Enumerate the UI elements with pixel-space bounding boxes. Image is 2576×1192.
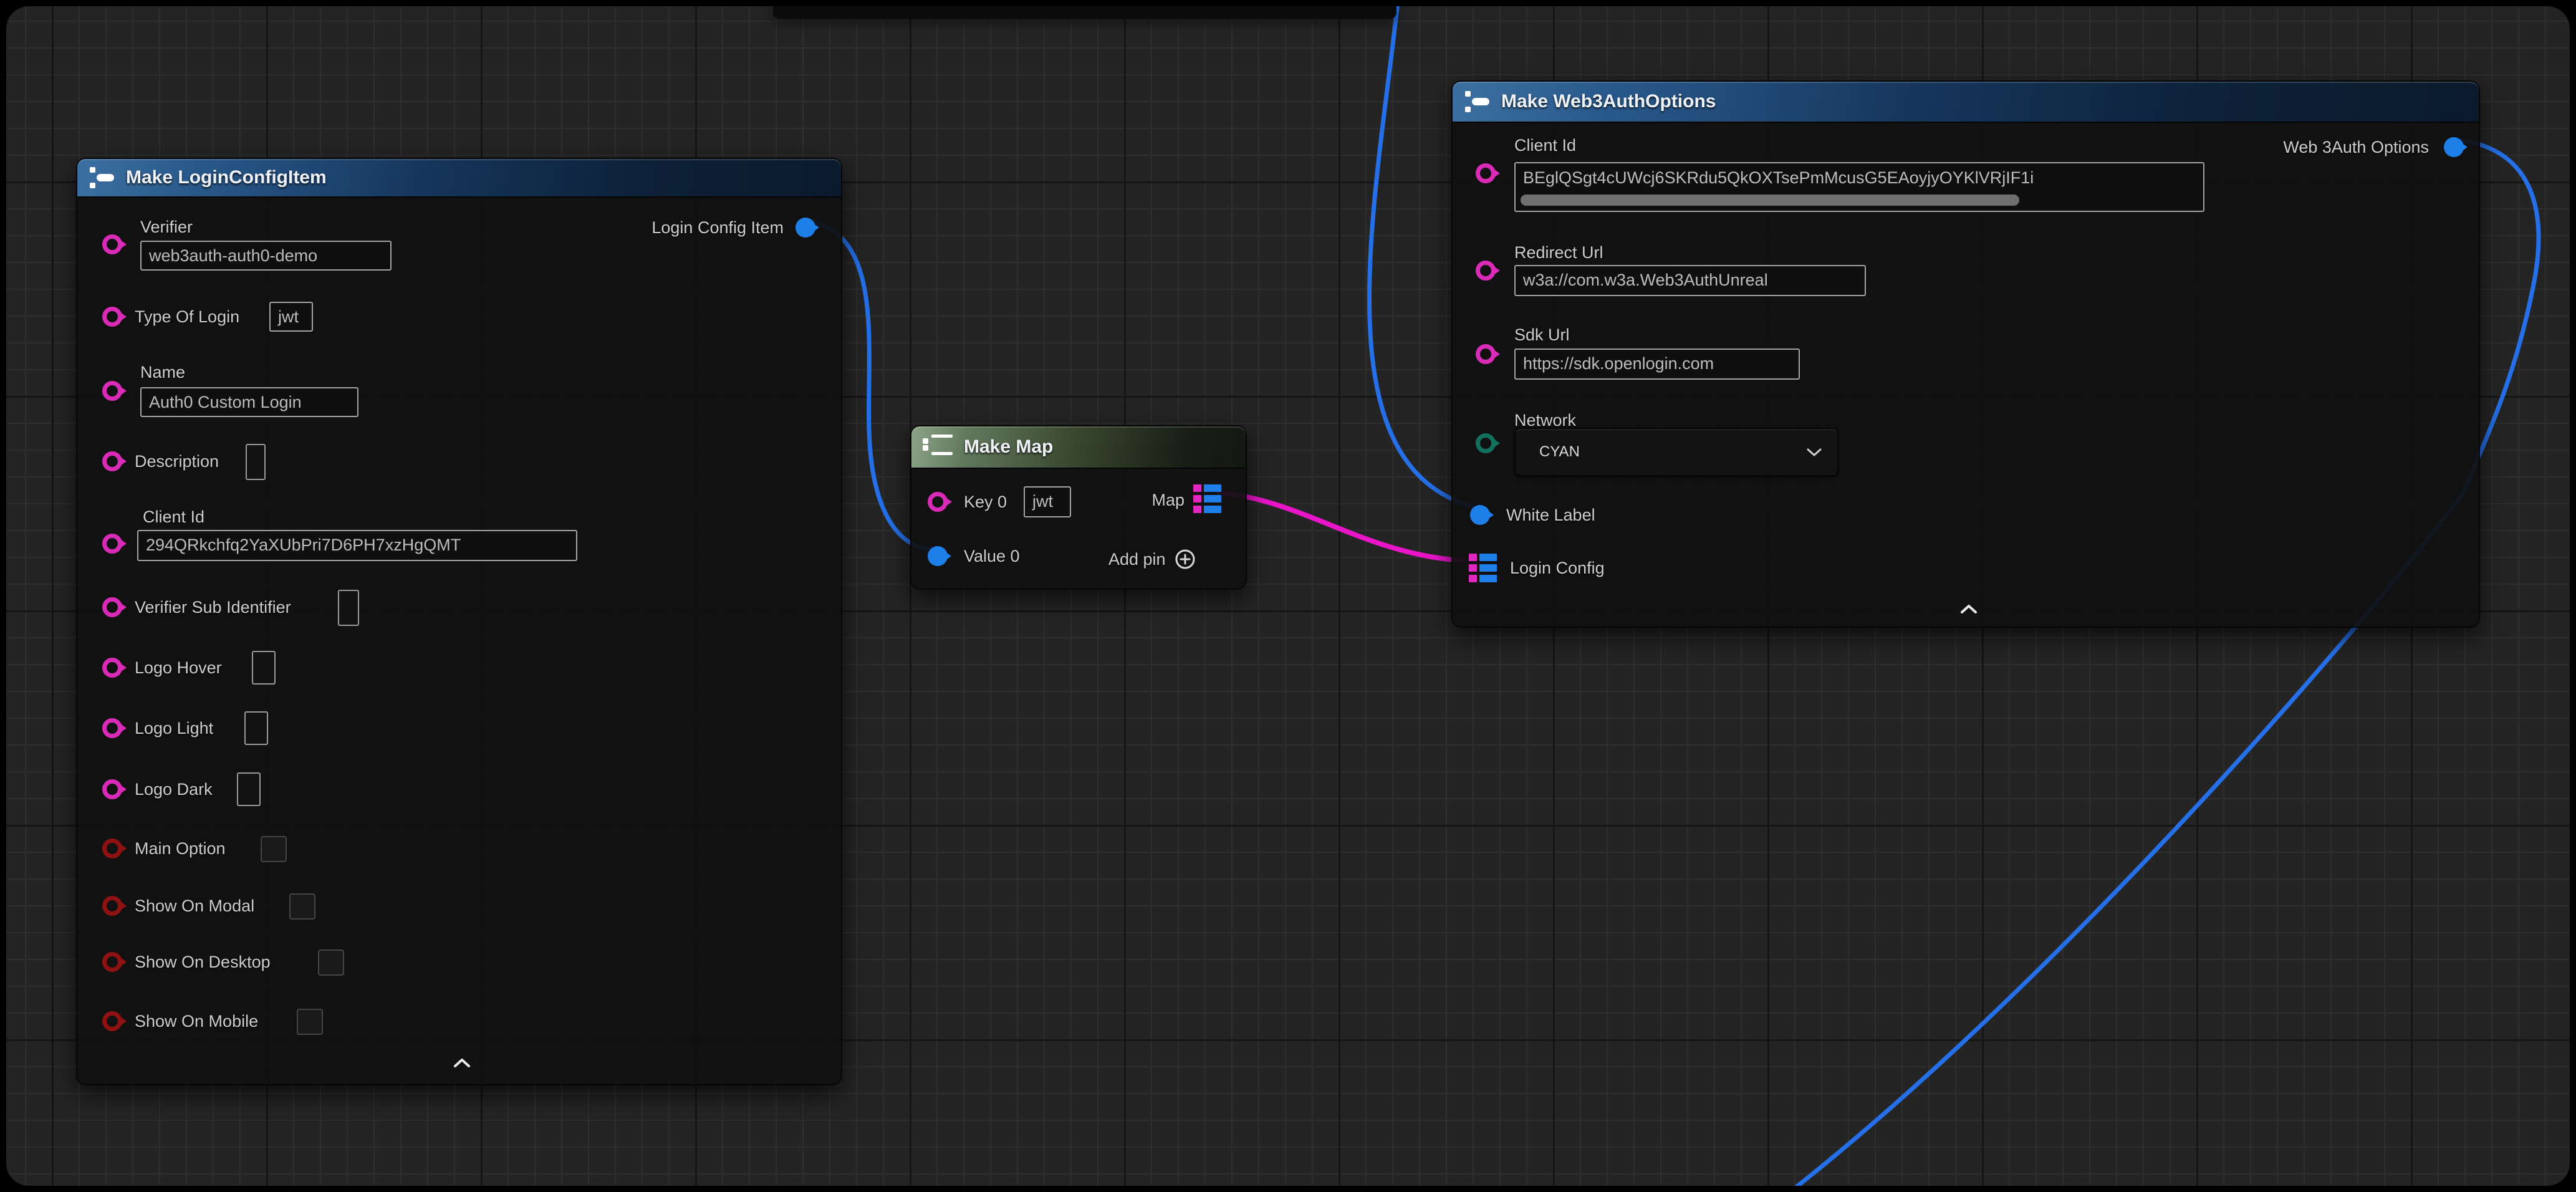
- output-pin-label: Web 3Auth Options: [2167, 137, 2429, 158]
- pin-description[interactable]: [102, 451, 122, 471]
- collapse-node-button[interactable]: [1947, 598, 1991, 620]
- verifier-field[interactable]: web3auth-auth0-demo: [140, 241, 392, 271]
- show-on-mobile-checkbox[interactable]: [297, 1009, 323, 1035]
- node-make-web3authoptions[interactable]: Make Web3AuthOptions Web 3Auth Options C…: [1451, 80, 2480, 628]
- pin-label-show-on-mobile: Show On Mobile: [135, 1011, 258, 1032]
- pin-label-verifier-sub-identifier: Verifier Sub Identifier: [135, 597, 291, 618]
- node-header[interactable]: Make Web3AuthOptions: [1453, 82, 2479, 123]
- make-map-icon: [923, 435, 955, 459]
- output-pin-map[interactable]: [1193, 484, 1221, 513]
- pin-label-redirect-url: Redirect Url: [1514, 242, 1603, 263]
- pin-verifier[interactable]: [102, 234, 122, 254]
- pin-verifier-sub-identifier[interactable]: [102, 597, 122, 617]
- add-pin-label: Add pin: [1108, 549, 1166, 570]
- pin-network[interactable]: [1476, 433, 1496, 453]
- main-option-checkbox[interactable]: [261, 836, 287, 862]
- node-title: Make LoginConfigItem: [126, 167, 327, 188]
- pin-client-id[interactable]: [102, 534, 122, 554]
- name-field[interactable]: Auth0 Custom Login: [140, 387, 358, 417]
- show-on-desktop-checkbox[interactable]: [318, 949, 344, 976]
- pin-key-0[interactable]: [928, 492, 948, 512]
- collapse-chevron-icon: [1959, 604, 1978, 614]
- pin-label-type-of-login: Type Of Login: [135, 306, 239, 327]
- pin-main-option[interactable]: [102, 839, 122, 858]
- description-field[interactable]: [246, 444, 266, 480]
- sdk-url-field[interactable]: https://sdk.openlogin.com: [1514, 348, 1800, 380]
- pin-label-sdk-url: Sdk Url: [1514, 324, 1570, 345]
- logo-dark-field[interactable]: [237, 772, 261, 806]
- pin-label-show-on-desktop: Show On Desktop: [135, 951, 271, 973]
- pin-label-logo-dark: Logo Dark: [135, 779, 213, 800]
- output-pin-web3auth-options[interactable]: [2444, 137, 2464, 157]
- node-title: Make Web3AuthOptions: [1501, 91, 1716, 112]
- output-pin-login-config-item[interactable]: [795, 218, 815, 238]
- node-header[interactable]: Make Map: [911, 426, 1246, 469]
- pin-label-logo-light: Logo Light: [135, 718, 213, 739]
- pin-show-on-mobile[interactable]: [102, 1011, 122, 1031]
- pin-show-on-modal[interactable]: [102, 896, 122, 916]
- pin-client-id[interactable]: [1476, 163, 1496, 183]
- type-of-login-field[interactable]: jwt: [269, 302, 313, 332]
- client-id-field-scrollbar[interactable]: [1521, 195, 2019, 206]
- offscreen-node-bottom-edge: [773, 6, 1396, 19]
- pin-label-key-0: Key 0: [964, 491, 1007, 512]
- key-0-field[interactable]: jwt: [1024, 486, 1071, 517]
- make-struct-icon: [89, 165, 117, 190]
- pin-label-verifier: Verifier: [140, 216, 193, 238]
- node-title: Make Map: [964, 436, 1053, 458]
- pin-label-white-label: White Label: [1506, 504, 1595, 526]
- logo-light-field[interactable]: [244, 711, 268, 745]
- pin-logo-light[interactable]: [102, 718, 122, 738]
- pin-logo-dark[interactable]: [102, 779, 122, 799]
- pin-login-config[interactable]: [1469, 554, 1497, 582]
- pin-type-of-login[interactable]: [102, 307, 122, 327]
- collapse-chevron-icon: [453, 1058, 471, 1068]
- logo-hover-field[interactable]: [252, 651, 276, 685]
- pin-label-logo-hover: Logo Hover: [135, 657, 222, 678]
- pin-show-on-desktop[interactable]: [102, 952, 122, 972]
- show-on-modal-checkbox[interactable]: [289, 893, 315, 920]
- output-pin-label: Login Config Item: [534, 217, 784, 238]
- pin-label-map: Map: [1117, 489, 1185, 511]
- pin-label-show-on-modal: Show On Modal: [135, 895, 254, 916]
- client-id-field[interactable]: 294QRkchfq2YaXUbPri7D6PH7xzHgQMT: [137, 530, 577, 561]
- add-pin-plus-icon: [1175, 549, 1196, 570]
- collapse-node-button[interactable]: [440, 1052, 484, 1074]
- node-header[interactable]: Make LoginConfigItem: [77, 159, 841, 198]
- node-make-loginconfigitem[interactable]: Make LoginConfigItem Login Config Item V…: [76, 158, 842, 1085]
- pin-value-0[interactable]: [928, 546, 948, 566]
- pin-label-value-0: Value 0: [964, 546, 1020, 567]
- pin-name[interactable]: [102, 381, 122, 401]
- pin-label-main-option: Main Option: [135, 838, 226, 859]
- pin-label-name: Name: [140, 362, 185, 383]
- pin-sdk-url[interactable]: [1476, 344, 1496, 364]
- pin-label-client-id: Client Id: [143, 506, 204, 527]
- chevron-down-icon: [1806, 448, 1822, 457]
- add-pin-button[interactable]: Add pin: [1108, 549, 1196, 570]
- pin-redirect-url[interactable]: [1476, 261, 1496, 281]
- pin-label-client-id: Client Id: [1514, 135, 1576, 156]
- pin-logo-hover[interactable]: [102, 658, 122, 678]
- node-make-map[interactable]: Make Map Key 0 jwt Map Value 0 Add pin: [910, 425, 1247, 590]
- verifier-sub-identifier-field[interactable]: [338, 590, 359, 626]
- wire-map-to-loginconfig[interactable]: [1219, 493, 1463, 560]
- network-dropdown[interactable]: CYAN: [1514, 428, 1838, 476]
- network-dropdown-value: CYAN: [1539, 443, 1580, 461]
- pin-label-description: Description: [135, 451, 219, 472]
- make-struct-icon: [1464, 89, 1492, 114]
- blueprint-canvas[interactable]: Make LoginConfigItem Login Config Item V…: [6, 6, 2570, 1186]
- pin-white-label[interactable]: [1470, 505, 1490, 525]
- pin-label-login-config: Login Config: [1510, 557, 1605, 579]
- redirect-url-field[interactable]: w3a://com.w3a.Web3AuthUnreal: [1514, 265, 1866, 296]
